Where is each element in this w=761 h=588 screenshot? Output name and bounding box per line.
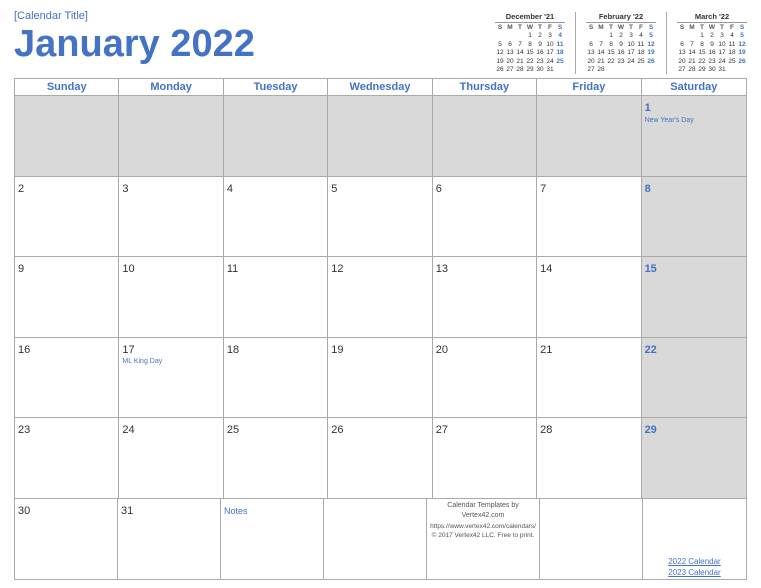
cell-w2-fri: 7 [537, 177, 641, 257]
cell-w1-sun [15, 96, 119, 176]
cell-w5-sun: 23 [15, 418, 119, 498]
mini-cal-mar-title: March '22 [677, 12, 747, 23]
cell-w5-mon: 24 [119, 418, 223, 498]
cell-w5-fri: 28 [537, 418, 641, 498]
cell-w3-thu: 13 [433, 257, 537, 337]
cell-w1-tue [224, 96, 328, 176]
cell-footer-info: Calendar Templates by Vertex42.com https… [427, 499, 540, 579]
cell-w1-thu [433, 96, 537, 176]
cell-w3-tue: 11 [224, 257, 328, 337]
footer-text3: © 2017 Vertex42 LLC. Free to print. [430, 531, 536, 541]
cell-w6-wed [324, 499, 427, 579]
cell-w3-sun: 9 [15, 257, 119, 337]
header-wednesday: Wednesday [328, 79, 432, 96]
cell-w5-sat: 29 [642, 418, 746, 498]
mini-cal-march: March '22 SMTWTFS 12345 6789101112 13141… [677, 12, 747, 74]
link-2023-calendar[interactable]: 2023 Calendar [668, 568, 720, 577]
mini-cal-dec-title: December '21 [495, 12, 565, 23]
header-monday: Monday [119, 79, 223, 96]
calendar-weeks: 1 New Year's Day 2 3 4 5 6 7 8 9 10 11 1… [15, 96, 747, 580]
header-tuesday: Tuesday [224, 79, 328, 96]
week-4: 16 17 ML King Day 18 19 20 21 22 [15, 338, 747, 418]
cell-w2-sun: 2 [15, 177, 119, 257]
cell-w5-tue: 25 [224, 418, 328, 498]
cell-w5-wed: 26 [328, 418, 432, 498]
month-year: January 2022 [14, 24, 495, 66]
header-saturday: Saturday [642, 79, 746, 96]
cell-w1-wed [328, 96, 432, 176]
title-area: [Calendar Title] January 2022 [14, 10, 495, 66]
cell-w2-mon: 3 [119, 177, 223, 257]
cell-w2-wed: 5 [328, 177, 432, 257]
cell-w2-sat: 8 [642, 177, 746, 257]
cell-w6-sun: 30 [15, 499, 118, 579]
cell-w4-thu: 20 [433, 338, 537, 418]
new-years-day-label: New Year's Day [645, 117, 743, 124]
cell-w3-fri: 14 [537, 257, 641, 337]
footer-text2: https://www.vertex42.com/calendars/ [430, 522, 536, 532]
cell-w6-tue-notes: Notes [221, 499, 324, 579]
header-sunday: Sunday [15, 79, 119, 96]
mlk-day-label: ML King Day [122, 358, 219, 365]
calendar-title-label: [Calendar Title] [14, 10, 495, 22]
cell-w6-mon: 31 [118, 499, 221, 579]
link-2022-calendar[interactable]: 2022 Calendar [668, 557, 720, 566]
mini-calendars: December '21 SMTWTFS 1234 567891011 1213… [495, 12, 747, 74]
cell-w1-sat: 1 New Year's Day [642, 96, 746, 176]
mini-cal-february: February '22 SMTWTFS 12345 6789101112 13… [586, 12, 656, 74]
week-1: 1 New Year's Day [15, 96, 747, 176]
header-friday: Friday [537, 79, 641, 96]
week-6: 30 31 Notes Calendar Templates by Vertex… [15, 499, 747, 580]
cell-w3-wed: 12 [328, 257, 432, 337]
cell-w1-fri [537, 96, 641, 176]
week-2: 2 3 4 5 6 7 8 [15, 177, 747, 257]
mini-cal-feb-title: February '22 [586, 12, 656, 23]
cell-w2-tue: 4 [224, 177, 328, 257]
cell-w1-mon [119, 96, 223, 176]
cell-w2-thu: 6 [433, 177, 537, 257]
cell-w3-mon: 10 [119, 257, 223, 337]
cell-w4-fri: 21 [537, 338, 641, 418]
cell-w4-wed: 19 [328, 338, 432, 418]
cell-w4-tue: 18 [224, 338, 328, 418]
notes-label: Notes [224, 506, 248, 516]
header-thursday: Thursday [433, 79, 537, 96]
footer-text1: Calendar Templates by Vertex42.com [430, 501, 536, 522]
cell-w4-sat: 22 [642, 338, 746, 418]
cell-w4-mon: 17 ML King Day [119, 338, 223, 418]
mini-cal-december: December '21 SMTWTFS 1234 567891011 1213… [495, 12, 565, 74]
cell-w4-sun: 16 [15, 338, 119, 418]
page: [Calendar Title] January 2022 December '… [0, 0, 761, 588]
week-5: 23 24 25 26 27 28 29 [15, 418, 747, 498]
week-3: 9 10 11 12 13 14 15 [15, 257, 747, 337]
cell-w5-thu: 27 [433, 418, 537, 498]
cell-w3-sat: 15 [642, 257, 746, 337]
calendar-header: Sunday Monday Tuesday Wednesday Thursday… [15, 79, 747, 96]
top-section: [Calendar Title] January 2022 December '… [14, 10, 747, 74]
cell-w6-fri [540, 499, 643, 579]
cell-footer-links: 2022 Calendar 2023 Calendar [643, 499, 746, 579]
calendar-grid: Sunday Monday Tuesday Wednesday Thursday… [14, 78, 747, 580]
